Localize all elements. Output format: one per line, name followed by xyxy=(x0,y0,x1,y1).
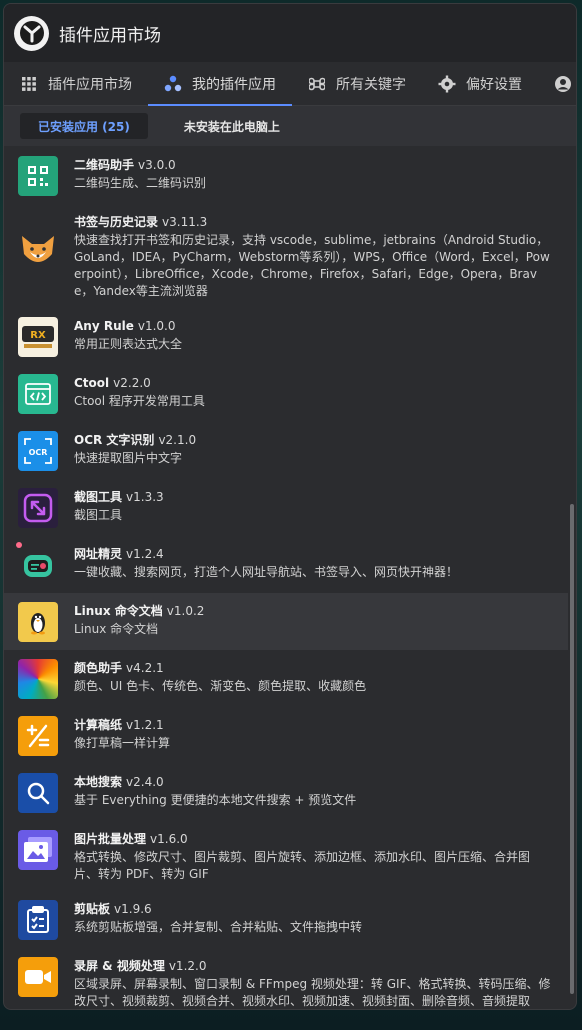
new-badge-dot xyxy=(16,542,22,548)
tab-label: 所有关键字 xyxy=(336,76,406,93)
ocr-icon: OCR xyxy=(18,431,58,471)
gear-icon xyxy=(438,75,456,93)
list-item[interactable]: 剪贴板 v1.9.6 系统剪贴板增强，合并复制、合并粘贴、文件拖拽中转 xyxy=(4,891,568,948)
code-window-icon xyxy=(18,374,58,414)
list-item[interactable]: 网址精灵 v1.2.4 一键收藏、搜索网页，打造个人网址导航站、书签导入、网页快开… xyxy=(4,536,568,593)
list-item[interactable]: 截图工具 v1.3.3 截图工具 xyxy=(4,479,568,536)
plugin-desc: 系统剪贴板增强，合并复制、合并粘贴、文件拖拽中转 xyxy=(74,920,363,934)
plugin-version: v1.2.1 xyxy=(126,718,164,732)
plugin-desc: 快速提取图片中文字 xyxy=(74,451,183,465)
tab-label: 我的插件应用 xyxy=(192,76,276,93)
tab-plugin-market[interactable]: 插件应用市场 xyxy=(4,62,148,105)
qrcode-icon xyxy=(18,156,58,196)
plugin-name: 颜色助手 xyxy=(74,661,123,675)
list-item[interactable]: RX Any Rule v1.0.0 常用正则表达式大全 xyxy=(4,308,568,365)
dots-icon xyxy=(164,75,182,93)
plugin-name: 图片批量处理 xyxy=(74,832,147,846)
plugin-desc: 格式转换、修改尺寸、图片裁剪、图片旋转、添加边框、添加水印、图片压缩、合并图片、… xyxy=(74,850,531,881)
tab-account[interactable]: 帐 xyxy=(538,62,576,105)
plugin-name: 截图工具 xyxy=(74,490,123,504)
plugin-name: 本地搜索 xyxy=(74,775,123,789)
fox-icon xyxy=(18,230,58,270)
plugin-name: 录屏 & 视频处理 xyxy=(74,959,165,973)
tab-all-keywords[interactable]: 所有关键字 xyxy=(292,62,422,105)
plugin-desc: 颜色、UI 色卡、传统色、渐变色、颜色提取、收藏颜色 xyxy=(74,679,367,693)
plugin-name: Ctool xyxy=(74,376,110,390)
list-item[interactable]: 计算稿纸 v1.2.1 像打草稿一样计算 xyxy=(4,707,568,764)
plugin-name: 剪贴板 xyxy=(74,902,111,916)
plugin-name: 计算稿纸 xyxy=(74,718,123,732)
search-icon xyxy=(18,773,58,813)
url-sprite-icon xyxy=(18,545,58,585)
list-item[interactable]: 录屏 & 视频处理 v1.2.0 区域录屏、屏幕录制、窗口录制 & FFmpeg … xyxy=(4,948,568,1009)
tab-label: 偏好设置 xyxy=(466,76,522,93)
list-item[interactable]: 二维码助手 v3.0.0 二维码生成、二维码识别 xyxy=(4,147,568,204)
plugin-name: OCR 文字识别 xyxy=(74,433,155,447)
grid-icon xyxy=(20,75,38,93)
plugin-name: 网址精灵 xyxy=(74,547,123,561)
install-filter-tabs: 已安装应用 (25) 未安装在此电脑上 xyxy=(4,106,576,146)
plugin-name: Any Rule xyxy=(74,319,134,333)
plugin-desc: 基于 Everything 更便捷的本地文件搜索 + 预览文件 xyxy=(74,793,357,807)
tab-not-installed[interactable]: 未安装在此电脑上 xyxy=(166,113,298,139)
list-scrollbar[interactable] xyxy=(570,504,574,994)
plugin-version: v1.3.3 xyxy=(126,490,164,504)
plugin-version: v4.2.1 xyxy=(126,661,164,675)
tab-my-plugins[interactable]: 我的插件应用 xyxy=(148,62,292,106)
plugin-list: 二维码助手 v3.0.0 二维码生成、二维码识别 书签与历史记录 v3.11.3 快… xyxy=(4,147,568,1009)
plugin-version: v2.4.0 xyxy=(126,775,164,789)
plugin-version: v2.1.0 xyxy=(158,433,197,447)
plugin-version: v1.6.0 xyxy=(150,832,188,846)
video-camera-icon xyxy=(18,957,58,997)
regex-icon: RX xyxy=(18,317,58,357)
color-wheel-icon xyxy=(18,659,58,699)
list-item[interactable]: 颜色助手 v4.2.1 颜色、UI 色卡、传统色、渐变色、颜色提取、收藏颜色 xyxy=(4,650,568,707)
plugin-version: v1.0.2 xyxy=(166,604,205,618)
plugin-desc: 一键收藏、搜索网页，打造个人网址导航站、书签导入、网页快开神器！ xyxy=(74,565,459,579)
app-logo xyxy=(14,15,49,51)
clipboard-icon xyxy=(18,900,58,940)
plugin-version: v3.11.3 xyxy=(162,215,208,229)
main-nav: 插件应用市场 我的插件应用 所有关键字 偏好设置 帐 xyxy=(4,62,576,106)
list-item[interactable]: OCR OCR 文字识别 v2.1.0 快速提取图片中文字 xyxy=(4,422,568,479)
plugin-desc: Linux 命令文档 xyxy=(74,622,159,636)
list-item[interactable]: Linux 命令文档 v1.0.2 Linux 命令文档 xyxy=(4,593,568,650)
title-bar: 插件应用市场 xyxy=(4,4,576,62)
tab-installed[interactable]: 已安装应用 (25) xyxy=(20,113,148,139)
plugin-desc: 快速查找打开书签和历史记录，支持 vscode，sublime，jetbrain… xyxy=(74,233,550,298)
list-item[interactable]: Ctool v2.2.0 Ctool 程序开发常用工具 xyxy=(4,365,568,422)
calculator-icon xyxy=(18,716,58,756)
app-window: 插件应用市场 插件应用市场 我的插件应用 所有关键字 偏好设置 已安装应用 (2… xyxy=(3,3,577,1010)
plugin-desc: 像打草稿一样计算 xyxy=(74,736,171,750)
tab-label: 插件应用市场 xyxy=(48,76,132,93)
app-title: 插件应用市场 xyxy=(59,25,161,46)
user-icon xyxy=(554,75,572,93)
plugin-version: v1.2.4 xyxy=(126,547,164,561)
plugin-desc: 常用正则表达式大全 xyxy=(74,337,183,351)
plugin-name: 书签与历史记录 xyxy=(74,215,159,229)
tab-preferences[interactable]: 偏好设置 xyxy=(422,62,538,105)
command-icon xyxy=(308,75,326,93)
screenshot-icon xyxy=(18,488,58,528)
plugin-name: 二维码助手 xyxy=(74,158,135,172)
plugin-version: v1.2.0 xyxy=(168,959,207,973)
plugin-desc: Ctool 程序开发常用工具 xyxy=(74,394,205,408)
list-item[interactable]: 本地搜索 v2.4.0 基于 Everything 更便捷的本地文件搜索 + 预览… xyxy=(4,764,568,821)
plugin-name: Linux 命令文档 xyxy=(74,604,163,618)
svg-text:OCR: OCR xyxy=(29,448,48,457)
plugin-version: v2.2.0 xyxy=(113,376,151,390)
list-item[interactable]: 书签与历史记录 v3.11.3 快速查找打开书签和历史记录，支持 vscode，s… xyxy=(4,204,568,308)
penguin-icon xyxy=(18,602,58,642)
list-item[interactable]: 图片批量处理 v1.6.0 格式转换、修改尺寸、图片裁剪、图片旋转、添加边框、添加… xyxy=(4,821,568,891)
plugin-desc: 截图工具 xyxy=(74,508,123,522)
svg-text:RX: RX xyxy=(30,330,46,341)
image-batch-icon xyxy=(18,830,58,870)
plugin-version: v1.9.6 xyxy=(114,902,152,916)
plugin-version: v3.0.0 xyxy=(138,158,176,172)
plugin-desc: 区域录屏、屏幕录制、窗口录制 & FFmpeg 视频处理：转 GIF、格式转换、… xyxy=(74,977,551,1008)
plugin-desc: 二维码生成、二维码识别 xyxy=(74,176,207,190)
plugin-version: v1.0.0 xyxy=(137,319,176,333)
